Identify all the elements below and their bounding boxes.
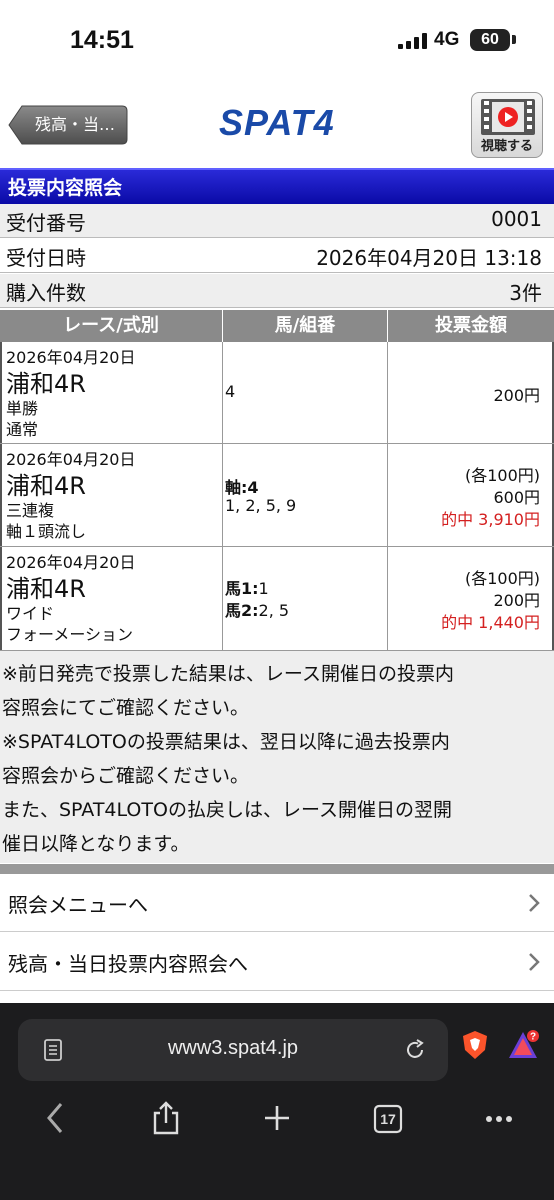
signal-icon: [398, 33, 427, 49]
reload-icon[interactable]: [404, 1039, 426, 1061]
info-row-purchase-count: 購入件数 3件: [0, 274, 554, 308]
info-value: 3件: [509, 281, 542, 305]
status-bar: 14:51 4G 60: [0, 0, 554, 80]
horse-line: 馬1:1: [225, 575, 269, 599]
address-bar[interactable]: www3.spat4.jp: [18, 1019, 448, 1081]
svg-text:?: ?: [530, 1032, 536, 1043]
notice-text: ※前日発売で投票した結果は、レース開催日の投票内 容照会にてご確認ください。 ※…: [0, 651, 554, 863]
battery-icon: 60: [470, 29, 510, 51]
video-film-icon: [481, 99, 535, 135]
url-text: www3.spat4.jp: [167, 1037, 299, 1059]
race-venue: 浦和4R: [6, 472, 86, 500]
horse-numbers: 4: [225, 382, 236, 401]
bet-amount: 200円: [493, 386, 540, 405]
column-header-amount: 投票金額: [435, 315, 507, 336]
race-venue: 浦和4R: [6, 370, 86, 398]
horse-cell: 4: [223, 342, 388, 443]
info-value: 0001: [491, 207, 542, 231]
amount-each: (各100円): [464, 466, 540, 485]
amount-cell: (各100円) 200円 的中 1,440円: [388, 547, 554, 650]
amount-each: (各100円): [464, 569, 540, 588]
table-row: 2026年04月20日 浦和4R ワイド フォーメーション 馬1:1 馬2:2,…: [0, 547, 554, 651]
more-options-icon[interactable]: [483, 1101, 515, 1135]
back-button-label: 残高・当…: [34, 115, 115, 134]
horse-line: 1, 2, 5, 9: [225, 496, 296, 515]
menu-item-inquiry-menu[interactable]: 照会メニューへ: [0, 874, 554, 932]
bet-method: フォーメーション: [6, 625, 134, 644]
share-icon[interactable]: [151, 1101, 181, 1135]
info-row-receipt-datetime: 受付日時 2026年04月20日 13:18: [0, 239, 554, 273]
brave-rewards-icon[interactable]: ?: [506, 1028, 540, 1062]
info-key: 受付番号: [6, 211, 86, 235]
info-key: 受付日時: [6, 246, 86, 270]
hit-payout: 的中 3,910円: [441, 510, 540, 529]
horse-numbers: 2, 5: [258, 601, 290, 620]
amount-cell: 200円: [388, 342, 554, 443]
info-value: 2026年04月20日 13:18: [316, 246, 542, 270]
new-tab-icon[interactable]: [262, 1101, 292, 1135]
notice-line: 容照会にてご確認ください。: [2, 697, 250, 719]
notice-line: また、SPAT4LOTOの払戻しは、レース開催日の翌開: [2, 799, 452, 821]
axis-label: 軸:4: [225, 478, 259, 497]
back-icon[interactable]: [44, 1101, 66, 1135]
amount-cell: (各100円) 600円 的中 3,910円: [388, 444, 554, 546]
bet-method: 軸１頭流し: [6, 522, 87, 541]
site-header: 残高・当… SPAT4 視聴する: [0, 80, 554, 166]
network-type: 4G: [434, 29, 460, 50]
bet-table-header: レース/式別 馬/組番 投票金額: [0, 310, 554, 342]
watch-button[interactable]: 視聴する: [471, 92, 543, 158]
browser-toolbar: www3.spat4.jp ? 17: [0, 1003, 554, 1200]
notice-line: 容照会からご確認ください。: [2, 765, 250, 787]
column-header-race: レース/式別: [0, 310, 223, 342]
race-cell: 2026年04月20日 浦和4R 単勝 通常: [0, 342, 223, 443]
bet-amount: 200円: [493, 591, 540, 610]
horse-line: 馬2:2, 5: [225, 597, 289, 621]
menu-item-label: 残高・当日投票内容照会へ: [8, 952, 248, 976]
notice-line: ※前日発売で投票した結果は、レース開催日の投票内: [2, 663, 454, 685]
divider: [0, 864, 554, 874]
hit-payout: 的中 1,440円: [441, 613, 540, 632]
brave-shield-icon[interactable]: [461, 1030, 489, 1060]
race-cell: 2026年04月20日 浦和4R ワイド フォーメーション: [0, 547, 223, 650]
horse1-label: 馬1:: [225, 579, 259, 598]
column-header-horse: 馬/組番: [223, 310, 388, 342]
bet-amount: 600円: [493, 488, 540, 507]
battery-tip: [512, 35, 516, 44]
notice-line: 催日以降となります。: [2, 833, 190, 855]
menu-item-label: 照会メニューへ: [8, 893, 148, 917]
horse-cell: 軸:4 1, 2, 5, 9: [223, 444, 388, 546]
race-cell: 2026年04月20日 浦和4R 三連複 軸１頭流し: [0, 444, 223, 546]
tab-count: 17: [380, 1111, 396, 1127]
horse-line: 軸:4: [225, 474, 259, 498]
watch-button-label: 視聴する: [480, 139, 533, 154]
horse-cell: 馬1:1 馬2:2, 5: [223, 547, 388, 650]
page-title: 投票内容照会: [8, 177, 123, 199]
menu-item-balance-inquiry[interactable]: 残高・当日投票内容照会へ: [0, 933, 554, 991]
bet-method: 通常: [6, 420, 39, 439]
table-row: 2026年04月20日 浦和4R 三連複 軸１頭流し 軸:4 1, 2, 5, …: [0, 444, 554, 547]
back-button[interactable]: 残高・当…: [8, 105, 128, 145]
race-venue: 浦和4R: [6, 575, 86, 603]
status-time: 14:51: [70, 26, 134, 54]
table-row: 2026年04月20日 浦和4R 単勝 通常 4 200円: [0, 342, 554, 444]
info-row-receipt-number: 受付番号 0001: [0, 204, 554, 238]
horse-numbers: 1, 2, 5, 9: [225, 496, 297, 515]
info-key: 購入件数: [6, 281, 86, 305]
page-title-bar: 投票内容照会: [0, 168, 554, 204]
notice-line: ※SPAT4LOTOの投票結果は、翌日以降に過去投票内: [2, 731, 450, 753]
chevron-right-icon: [529, 953, 540, 971]
horse-numbers: 1: [258, 579, 269, 598]
spat4-logo: SPAT4: [219, 102, 335, 143]
horse2-label: 馬2:: [225, 601, 259, 620]
chevron-right-icon: [529, 894, 540, 912]
horse-line: 4: [225, 382, 235, 401]
